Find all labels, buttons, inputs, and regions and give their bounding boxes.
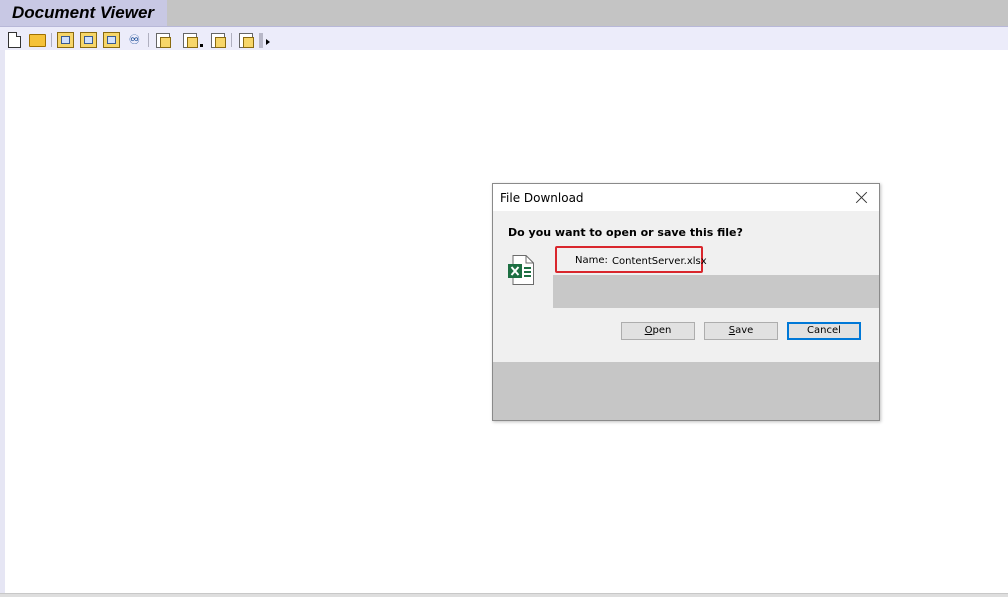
dialog-title: File Download xyxy=(500,191,584,205)
toolbar-button-8[interactable] xyxy=(175,31,205,49)
page-up-icon xyxy=(238,32,254,48)
cancel-button[interactable]: Cancel xyxy=(787,322,861,340)
toolbar-button-9[interactable] xyxy=(208,31,227,49)
file-details-panel xyxy=(553,275,879,308)
find-button[interactable]: ♾ xyxy=(125,31,144,49)
toolbar-button-4[interactable] xyxy=(79,31,98,49)
app-titlebar: Document Viewer xyxy=(0,0,1008,26)
file-name-highlight: Name: ContentServer.xlsx xyxy=(555,246,707,273)
toolbar-overflow-arrow-icon[interactable] xyxy=(266,39,270,45)
folder-icon xyxy=(29,33,46,47)
dropdown-arrow-icon xyxy=(200,44,203,47)
toolbar-button-10[interactable] xyxy=(236,31,255,49)
open-button[interactable]: Open xyxy=(621,322,695,340)
excel-file-icon xyxy=(508,255,534,285)
blank-page-icon xyxy=(8,32,21,48)
new-document-button[interactable] xyxy=(5,31,24,49)
toolbar-button-7[interactable] xyxy=(153,31,172,49)
settings-box-icon xyxy=(80,32,97,48)
document-box-icon xyxy=(57,32,74,48)
save-button[interactable]: Save xyxy=(704,322,778,340)
file-name-label: Name: xyxy=(575,255,608,266)
toolbar-button-3[interactable] xyxy=(56,31,75,49)
file-download-dialog: File Download Do you want to open or sav… xyxy=(492,183,880,421)
toolbar: ♾ xyxy=(0,26,1008,50)
dialog-footer-panel xyxy=(493,362,879,420)
toolbar-separator xyxy=(148,33,149,47)
copy-dropdown-icon xyxy=(183,32,198,48)
file-name-value: ContentServer.xlsx xyxy=(612,256,707,267)
left-border xyxy=(0,50,5,593)
toolbar-separator xyxy=(231,33,232,47)
status-bar xyxy=(0,593,1008,597)
binoculars-icon: ♾ xyxy=(128,32,141,47)
copy-icon xyxy=(155,32,171,48)
close-icon[interactable] xyxy=(853,189,871,207)
open-folder-button[interactable] xyxy=(28,31,47,49)
app-title: Document Viewer xyxy=(0,0,167,26)
download-question: Do you want to open or save this file? xyxy=(508,226,743,239)
toolbar-button-5[interactable] xyxy=(102,31,121,49)
edit-box-icon xyxy=(103,32,120,48)
page-add-icon xyxy=(210,32,226,48)
toolbar-separator xyxy=(51,33,52,47)
dialog-titlebar: File Download xyxy=(493,184,879,211)
toolbar-handle[interactable] xyxy=(259,33,263,48)
